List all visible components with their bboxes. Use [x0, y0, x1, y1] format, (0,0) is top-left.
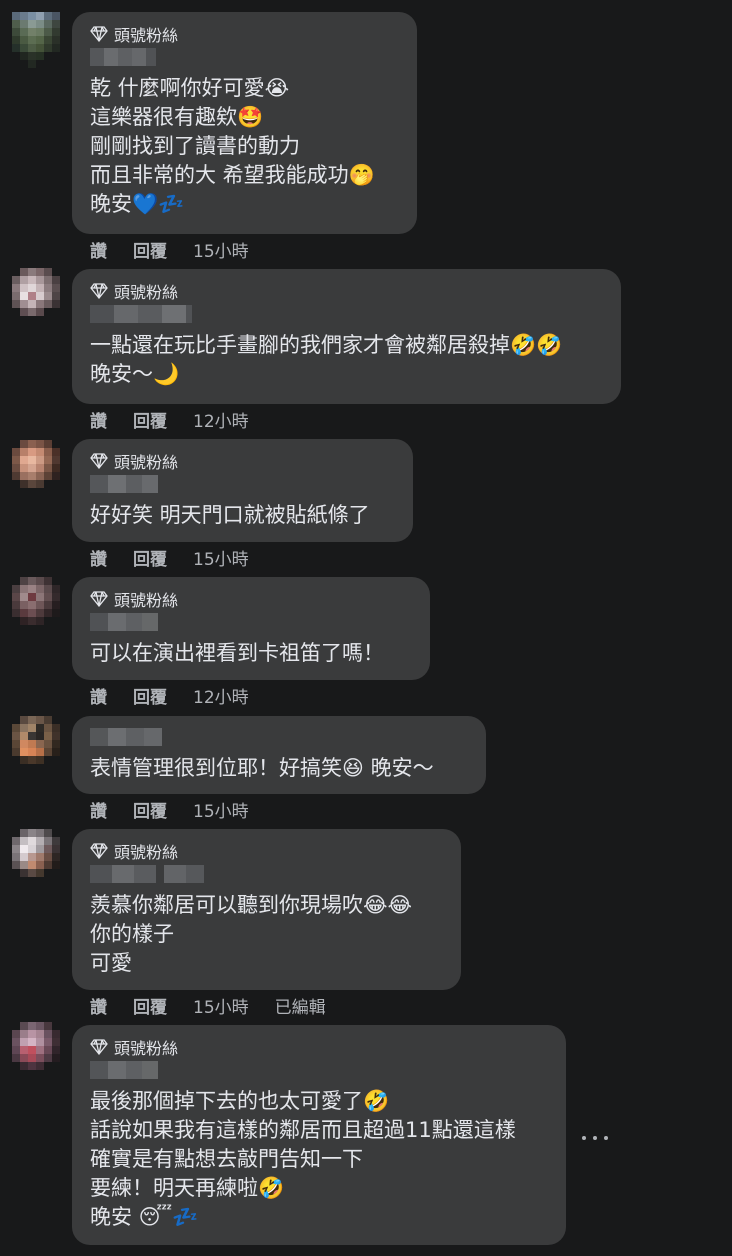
diamond-icon — [90, 283, 108, 299]
comment-text: 可以在演出裡看到卡祖笛了嗎！ — [90, 641, 384, 665]
like-button[interactable]: 讚 — [90, 797, 107, 822]
comment-actions: 讚 回覆 15小時 — [90, 545, 275, 570]
avatar[interactable] — [12, 440, 60, 496]
top-fan-badge: 頭號粉絲 — [90, 451, 395, 472]
badge-label: 頭號粉絲 — [114, 283, 179, 302]
avatar[interactable] — [12, 716, 60, 772]
diamond-icon — [90, 453, 108, 469]
commenter-name[interactable] — [90, 48, 399, 66]
reply-button[interactable]: 回覆 — [133, 683, 167, 708]
commenter-name[interactable] — [90, 728, 468, 746]
avatar[interactable] — [12, 1022, 60, 1078]
top-fan-badge: 頭號粉絲 — [90, 281, 603, 302]
badge-label: 頭號粉絲 — [114, 26, 179, 45]
like-button[interactable]: 讚 — [90, 993, 107, 1018]
comment-text: 羨慕你鄰居可以聽到你現場吹😂😂 你的樣子 可愛 — [90, 893, 413, 975]
comment-bubble: 頭號粉絲 羨慕你鄰居可以聽到你現場吹😂😂 你的樣子 可愛 — [72, 829, 461, 990]
comment-bubble: 頭號粉絲 可以在演出裡看到卡祖笛了嗎！ — [72, 577, 430, 680]
reply-button[interactable]: 回覆 — [133, 237, 167, 262]
commenter-name[interactable] — [90, 613, 412, 631]
reply-button[interactable]: 回覆 — [133, 993, 167, 1018]
top-fan-badge: 頭號粉絲 — [90, 589, 412, 610]
top-fan-badge: 頭號粉絲 — [90, 841, 443, 862]
timestamp[interactable]: 15小時 — [193, 237, 249, 262]
avatar[interactable] — [12, 829, 60, 885]
diamond-icon — [90, 1039, 108, 1055]
diamond-icon — [90, 26, 108, 42]
comment-text: 乾 什麼啊你好可愛😭 這樂器很有趣欸🤩 剛剛找到了讀書的動力 而且非常的大 希望我能成… — [90, 76, 375, 216]
comment-actions: 讚 回覆 12小時 — [90, 683, 275, 708]
badge-label: 頭號粉絲 — [114, 453, 179, 472]
commenter-name[interactable] — [90, 1061, 548, 1079]
comment-actions: 讚 回覆 15小時 — [90, 797, 275, 822]
comment-bubble: 頭號粉絲 最後那個掉下去的也太可愛了🤣 話說如果我有這樣的鄰居而且超過11點還這樣… — [72, 1025, 566, 1245]
like-button[interactable]: 讚 — [90, 407, 107, 432]
badge-label: 頭號粉絲 — [114, 591, 179, 610]
comment-text: 好好笑 明天門口就被貼紙條了 — [90, 503, 370, 527]
commenter-name[interactable] — [90, 475, 395, 493]
comment-text: 表情管理很到位耶！好搞笑😆 晚安～ — [90, 756, 434, 780]
like-button[interactable]: 讚 — [90, 237, 107, 262]
timestamp[interactable]: 15小時 — [193, 993, 249, 1018]
comment-bubble: 頭號粉絲 好好笑 明天門口就被貼紙條了 — [72, 439, 413, 542]
timestamp[interactable]: 15小時 — [193, 545, 249, 570]
reply-button[interactable]: 回覆 — [133, 545, 167, 570]
top-fan-badge: 頭號粉絲 — [90, 1037, 548, 1058]
diamond-icon — [90, 843, 108, 859]
comment-text: 一點還在玩比手畫腳的我們家才會被鄰居殺掉🤣🤣 晚安～🌙 — [90, 333, 563, 386]
badge-label: 頭號粉絲 — [114, 843, 179, 862]
timestamp[interactable]: 12小時 — [193, 683, 249, 708]
comment-actions: 讚 回覆 15小時 已編輯 — [90, 993, 352, 1018]
edited-label: 已編輯 — [274, 997, 326, 1018]
comment-bubble: 頭號粉絲 一點還在玩比手畫腳的我們家才會被鄰居殺掉🤣🤣 晚安～🌙 — [72, 269, 621, 404]
reply-button[interactable]: 回覆 — [133, 407, 167, 432]
top-fan-badge: 頭號粉絲 — [90, 24, 399, 45]
timestamp[interactable]: 15小時 — [193, 797, 249, 822]
comment-actions: 讚 回覆 12小時 — [90, 407, 275, 432]
comment-text: 最後那個掉下去的也太可愛了🤣 話說如果我有這樣的鄰居而且超過11點還這樣 確實是有點… — [90, 1089, 516, 1229]
comment-actions: 讚 回覆 15小時 — [90, 237, 275, 262]
badge-label: 頭號粉絲 — [114, 1039, 179, 1058]
more-options-icon[interactable] — [582, 1134, 608, 1142]
comment-bubble: 表情管理很到位耶！好搞笑😆 晚安～ — [72, 716, 486, 794]
avatar[interactable] — [12, 12, 60, 68]
timestamp[interactable]: 12小時 — [193, 407, 249, 432]
like-button[interactable]: 讚 — [90, 545, 107, 570]
like-button[interactable]: 讚 — [90, 683, 107, 708]
avatar[interactable] — [12, 268, 60, 324]
reply-button[interactable]: 回覆 — [133, 797, 167, 822]
commenter-name[interactable] — [90, 305, 603, 323]
avatar[interactable] — [12, 577, 60, 633]
comment-bubble: 頭號粉絲 乾 什麼啊你好可愛😭 這樂器很有趣欸🤩 剛剛找到了讀書的動力 而且非常的大 … — [72, 12, 417, 234]
diamond-icon — [90, 591, 108, 607]
commenter-name[interactable] — [90, 865, 443, 883]
